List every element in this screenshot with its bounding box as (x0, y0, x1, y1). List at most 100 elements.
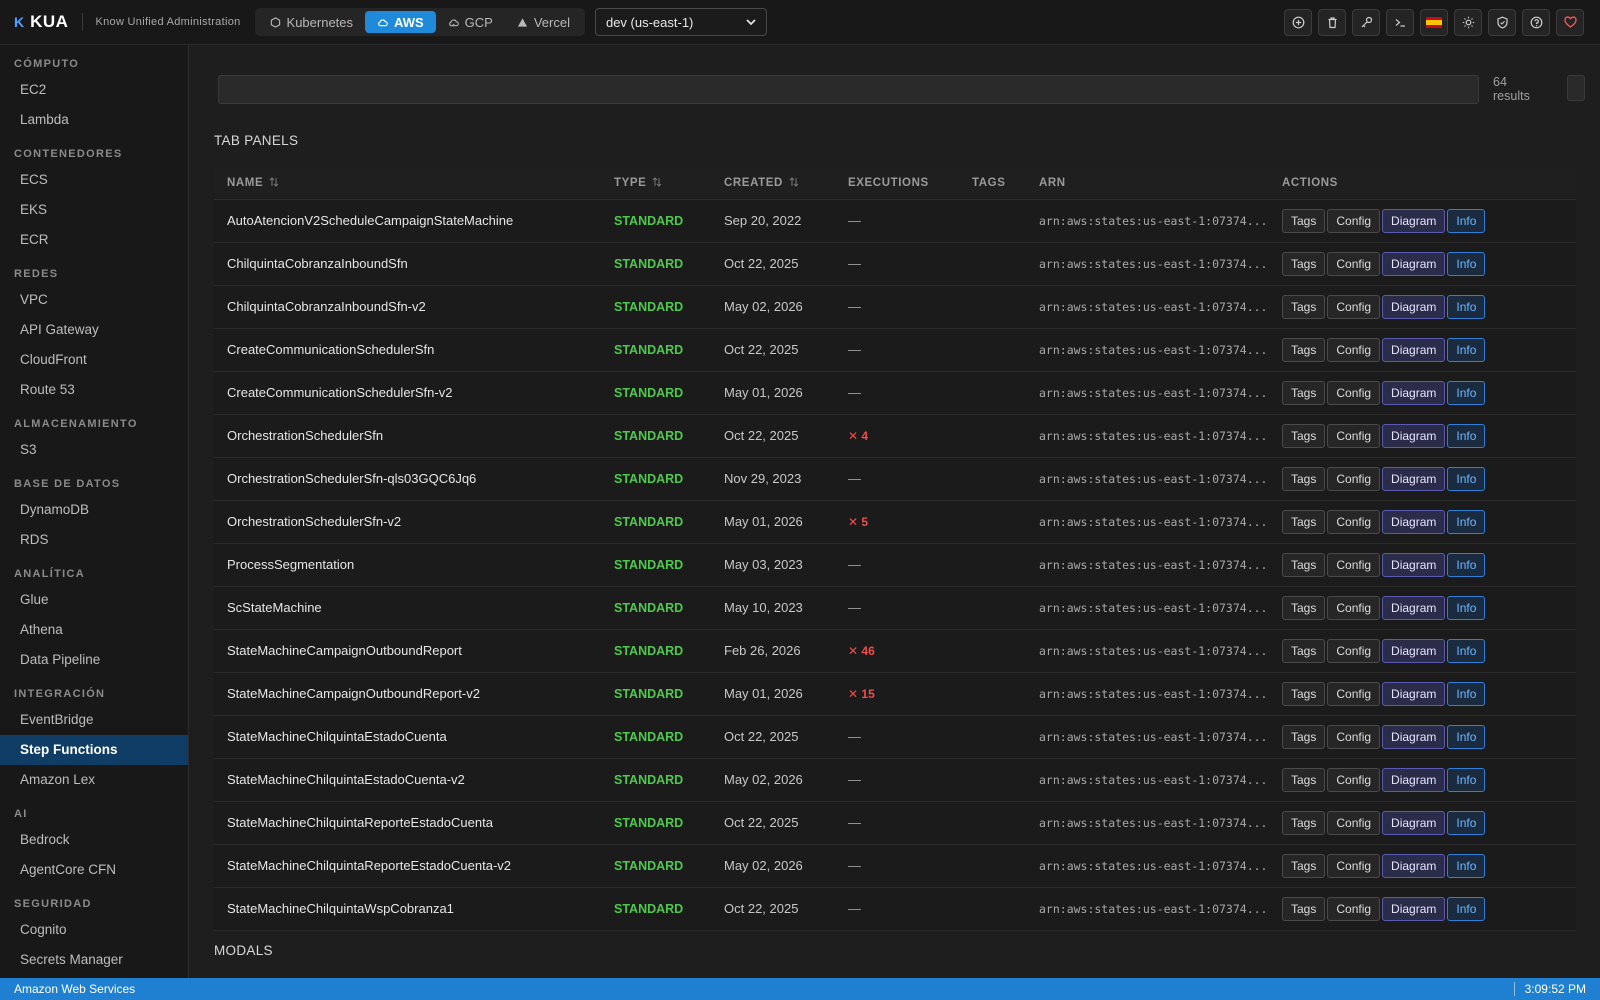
info-button[interactable]: Info (1447, 595, 1486, 620)
tags-button[interactable]: Tags (1282, 509, 1326, 534)
spain-flag-button[interactable] (1420, 9, 1448, 36)
config-button[interactable]: Config (1327, 423, 1381, 448)
sidebar-item-glue[interactable]: Glue (0, 585, 188, 615)
tags-button[interactable]: Tags (1282, 724, 1326, 749)
key-button[interactable] (1352, 9, 1380, 36)
sidebar-item-bedrock[interactable]: Bedrock (0, 825, 188, 855)
table-row[interactable]: StateMachineChilquintaWspCobranza1 STANDA… (214, 887, 1576, 930)
info-button[interactable]: Info (1447, 810, 1486, 835)
diagram-button[interactable]: Diagram (1382, 853, 1446, 878)
sidebar-item-route-53[interactable]: Route 53 (0, 375, 188, 405)
tags-button[interactable]: Tags (1282, 896, 1326, 921)
info-button[interactable]: Info (1447, 509, 1486, 534)
config-button[interactable]: Config (1327, 294, 1381, 319)
sidebar-item-vpc[interactable]: VPC (0, 285, 188, 315)
table-row[interactable]: OrchestrationSchedulerSfn-qls03GQC6Jq6 ST… (214, 457, 1576, 500)
tags-button[interactable]: Tags (1282, 810, 1326, 835)
table-row[interactable]: CreateCommunicationSchedulerSfn-v2 STANDA… (214, 371, 1576, 414)
table-row[interactable]: AutoAtencionV2ScheduleCampaignStateMachi… (214, 199, 1576, 242)
brand[interactable]: K KUA Know Unified Administration (0, 0, 241, 44)
search-input[interactable] (218, 75, 1479, 104)
sidebar-item-ecr[interactable]: ECR (0, 225, 188, 255)
sidebar-item-eks[interactable]: EKS (0, 195, 188, 225)
column-header-created[interactable]: CREATED (711, 167, 835, 200)
config-button[interactable]: Config (1327, 681, 1381, 706)
tags-button[interactable]: Tags (1282, 552, 1326, 577)
tags-button[interactable]: Tags (1282, 681, 1326, 706)
tags-button[interactable]: Tags (1282, 337, 1326, 362)
diagram-button[interactable]: Diagram (1382, 896, 1446, 921)
tags-button[interactable]: Tags (1282, 853, 1326, 878)
sidebar-item-s3[interactable]: S3 (0, 435, 188, 465)
info-button[interactable]: Info (1447, 380, 1486, 405)
sidebar-item-agentcore-cfn[interactable]: AgentCore CFN (0, 855, 188, 885)
table-row[interactable]: CreateCommunicationSchedulerSfn STANDARD O… (214, 328, 1576, 371)
info-button[interactable]: Info (1447, 853, 1486, 878)
sidebar-item-step-functions[interactable]: Step Functions (0, 735, 188, 765)
provider-tab-aws[interactable]: AWS (365, 11, 436, 33)
sidebar-item-amazon-lex[interactable]: Amazon Lex (0, 765, 188, 795)
sidebar-item-eventbridge[interactable]: EventBridge (0, 705, 188, 735)
column-header-name[interactable]: NAME (214, 167, 601, 200)
config-button[interactable]: Config (1327, 896, 1381, 921)
table-row[interactable]: OrchestrationSchedulerSfn-v2 STANDARD May … (214, 500, 1576, 543)
tags-button[interactable]: Tags (1282, 294, 1326, 319)
terminal-button[interactable] (1386, 9, 1414, 36)
tags-button[interactable]: Tags (1282, 767, 1326, 792)
info-button[interactable]: Info (1447, 638, 1486, 663)
table-row[interactable]: OrchestrationSchedulerSfn STANDARD Oct 22,… (214, 414, 1576, 457)
info-button[interactable]: Info (1447, 466, 1486, 491)
tags-button[interactable]: Tags (1282, 208, 1326, 233)
diagram-button[interactable]: Diagram (1382, 595, 1446, 620)
config-button[interactable]: Config (1327, 466, 1381, 491)
diagram-button[interactable]: Diagram (1382, 294, 1446, 319)
config-button[interactable]: Config (1327, 380, 1381, 405)
column-header-type[interactable]: TYPE (601, 167, 711, 200)
info-button[interactable]: Info (1447, 208, 1486, 233)
tags-button[interactable]: Tags (1282, 380, 1326, 405)
table-row[interactable]: ChilquintaCobranzaInboundSfn STANDARD Oct … (214, 242, 1576, 285)
help-button[interactable] (1522, 9, 1550, 36)
diagram-button[interactable]: Diagram (1382, 767, 1446, 792)
diagram-button[interactable]: Diagram (1382, 724, 1446, 749)
sidebar-item-secrets-manager[interactable]: Secrets Manager (0, 945, 188, 975)
info-button[interactable]: Info (1447, 552, 1486, 577)
diagram-button[interactable]: Diagram (1382, 810, 1446, 835)
trash-button[interactable] (1318, 9, 1346, 36)
diagram-button[interactable]: Diagram (1382, 681, 1446, 706)
table-row[interactable]: ProcessSegmentation STANDARD May 03, 2023 —… (214, 543, 1576, 586)
heart-button[interactable] (1556, 9, 1584, 36)
sidebar-item-rds[interactable]: RDS (0, 525, 188, 555)
region-select[interactable]: dev (us-east-1) (594, 8, 767, 36)
provider-tab-gcp[interactable]: GCP (436, 11, 505, 33)
sidebar-item-ec2[interactable]: EC2 (0, 75, 188, 105)
config-button[interactable]: Config (1327, 724, 1381, 749)
table-row[interactable]: StateMachineCampaignOutboundReport-v2 STA… (214, 672, 1576, 715)
info-button[interactable]: Info (1447, 724, 1486, 749)
results-toggle-button[interactable] (1567, 75, 1585, 101)
tags-button[interactable]: Tags (1282, 251, 1326, 276)
sidebar-item-athena[interactable]: Athena (0, 615, 188, 645)
config-button[interactable]: Config (1327, 337, 1381, 362)
table-row[interactable]: StateMachineChilquintaReporteEstadoCuent… (214, 844, 1576, 887)
config-button[interactable]: Config (1327, 208, 1381, 233)
diagram-button[interactable]: Diagram (1382, 509, 1446, 534)
sidebar-item-lambda[interactable]: Lambda (0, 105, 188, 135)
tags-button[interactable]: Tags (1282, 466, 1326, 491)
info-button[interactable]: Info (1447, 423, 1486, 448)
diagram-button[interactable]: Diagram (1382, 423, 1446, 448)
config-button[interactable]: Config (1327, 810, 1381, 835)
tags-button[interactable]: Tags (1282, 595, 1326, 620)
config-button[interactable]: Config (1327, 853, 1381, 878)
diagram-button[interactable]: Diagram (1382, 337, 1446, 362)
info-button[interactable]: Info (1447, 896, 1486, 921)
config-button[interactable]: Config (1327, 509, 1381, 534)
info-button[interactable]: Info (1447, 681, 1486, 706)
tags-button[interactable]: Tags (1282, 638, 1326, 663)
info-button[interactable]: Info (1447, 337, 1486, 362)
table-row[interactable]: StateMachineChilquintaEstadoCuenta STANDA… (214, 715, 1576, 758)
table-row[interactable]: StateMachineChilquintaReporteEstadoCuent… (214, 801, 1576, 844)
diagram-button[interactable]: Diagram (1382, 638, 1446, 663)
table-row[interactable]: ScStateMachine STANDARD May 10, 2023 — arn:a… (214, 586, 1576, 629)
sun-button[interactable] (1454, 9, 1482, 36)
